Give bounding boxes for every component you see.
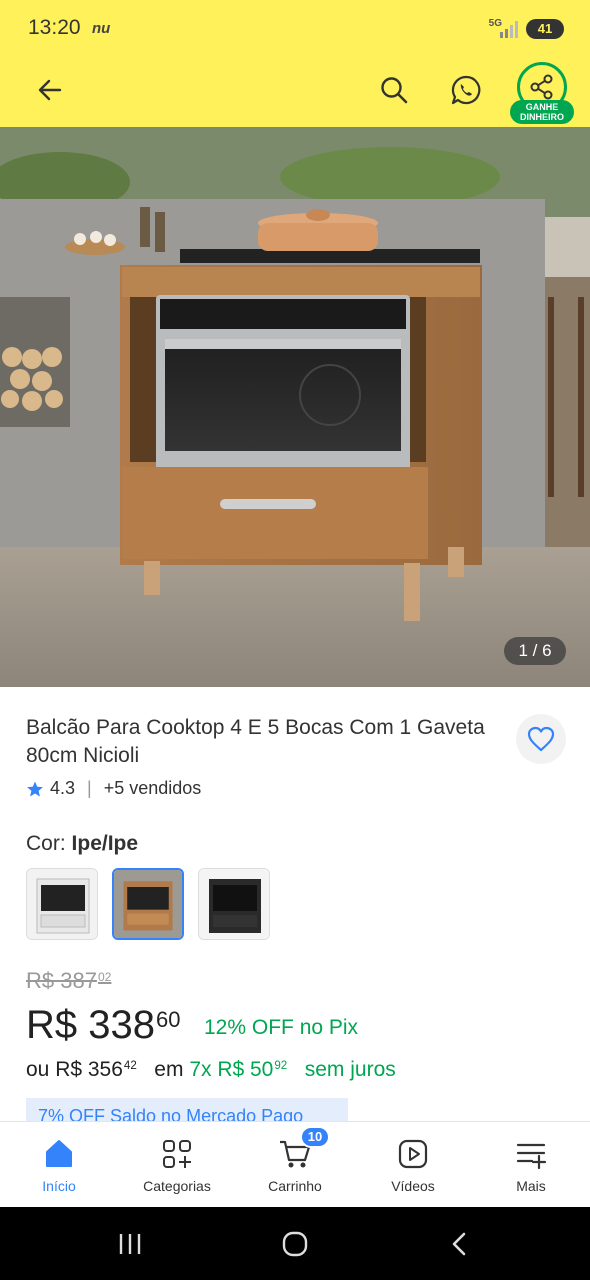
original-price-cents: 02 xyxy=(97,970,112,985)
earn-line-1: GANHE xyxy=(525,102,559,112)
rating-value: 4.3 xyxy=(50,778,76,798)
system-navigation-bar xyxy=(0,1207,590,1280)
original-price-main: R$ 387 xyxy=(26,968,97,993)
installment-total: ou R$ 356 xyxy=(26,1058,123,1081)
chevron-left-icon xyxy=(452,1232,466,1256)
home-circle-icon xyxy=(282,1231,308,1257)
search-icon xyxy=(381,77,408,104)
back-system-button[interactable] xyxy=(440,1227,480,1261)
home-system-button[interactable] xyxy=(275,1227,315,1261)
search-button[interactable] xyxy=(372,68,416,112)
installment-count: 7x R$ 50 xyxy=(189,1058,274,1081)
nav-item-mais[interactable]: Mais xyxy=(472,1122,590,1208)
installments[interactable]: ou R$ 35642 em 7x R$ 5092 sem juros xyxy=(26,1058,396,1082)
sold-count: +5 vendidos xyxy=(103,778,202,798)
earn-money-label: GANHE DINHEIRO xyxy=(510,100,574,124)
discount-label: 12% OFF no Pix xyxy=(204,1016,359,1039)
variant-image xyxy=(27,869,97,939)
color-label: Cor: Ipe/Ipe xyxy=(26,832,138,856)
image-pager: 1 / 6 xyxy=(504,637,566,665)
nav-label: Vídeos xyxy=(391,1178,435,1194)
variant-image xyxy=(114,870,182,938)
back-button[interactable] xyxy=(28,68,72,112)
variant-thumb-white[interactable] xyxy=(26,868,98,940)
app-header: 13:20 nu 5G 41 GANHE DINHEIRO xyxy=(0,0,590,127)
nav-label: Início xyxy=(42,1178,76,1194)
color-prefix: Cor: xyxy=(26,832,66,855)
rating-row[interactable]: 4.3 | +5 vendidos xyxy=(26,778,201,799)
battery-indicator: 41 xyxy=(526,19,564,39)
heart-icon xyxy=(527,726,555,752)
nav-label: Categorias xyxy=(143,1178,211,1194)
nav-label: Mais xyxy=(516,1178,546,1194)
nav-item-categorias[interactable]: Categorias xyxy=(118,1122,236,1208)
signal-icon xyxy=(500,21,518,38)
original-price: R$ 38702 xyxy=(26,968,111,994)
favorite-button[interactable] xyxy=(516,714,566,764)
menu-plus-icon xyxy=(516,1143,547,1170)
recent-apps-button[interactable] xyxy=(110,1227,150,1261)
nav-item-inicio[interactable]: Início xyxy=(0,1122,118,1208)
installment-em: em xyxy=(154,1058,184,1081)
variant-thumb-black[interactable] xyxy=(198,868,270,940)
bottom-navigation: Início Categorias 10 Carrinho Vídeos Mai… xyxy=(0,1121,590,1207)
interest-free: sem juros xyxy=(304,1058,396,1081)
share-earn-button[interactable]: GANHE DINHEIRO xyxy=(510,62,574,124)
installment-cents: 92 xyxy=(274,1060,288,1073)
home-icon xyxy=(46,1140,72,1167)
recents-icon xyxy=(119,1234,141,1254)
status-time: 13:20 xyxy=(28,16,81,39)
current-price-cents: 60 xyxy=(155,1007,181,1033)
status-bar: 13:20 nu 5G 41 xyxy=(0,0,590,58)
earn-line-2: DINHEIRO xyxy=(519,112,564,122)
product-image-gallery[interactable]: 1 / 6 xyxy=(0,127,590,687)
separator: | xyxy=(87,778,92,798)
color-variants xyxy=(26,868,270,940)
installment-total-cents: 42 xyxy=(123,1060,137,1073)
promo-badge: 7% OFF Saldo no Mercado Pago xyxy=(26,1098,348,1122)
nav-label: Carrinho xyxy=(268,1178,322,1194)
whatsapp-button[interactable] xyxy=(444,68,488,112)
whatsapp-icon xyxy=(451,75,481,105)
star-icon xyxy=(27,781,43,796)
color-value: Ipe/Ipe xyxy=(71,832,139,855)
share-icon xyxy=(530,74,553,100)
cart-count-badge: 10 xyxy=(300,1126,330,1148)
nav-item-videos[interactable]: Vídeos xyxy=(354,1122,472,1208)
play-icon xyxy=(398,1139,428,1169)
current-price: R$ 33860 xyxy=(26,1003,180,1048)
variant-thumb-ipe[interactable] xyxy=(112,868,184,940)
product-title: Balcão Para Cooktop 4 E 5 Bocas Com 1 Ga… xyxy=(26,716,485,767)
current-price-main: R$ 338 xyxy=(26,1003,155,1047)
nav-item-carrinho[interactable]: 10 Carrinho xyxy=(236,1122,354,1208)
grid-icon xyxy=(163,1140,191,1168)
variant-image xyxy=(199,869,269,939)
product-photo xyxy=(0,127,590,687)
arrow-left-icon xyxy=(38,79,62,101)
top-action-bar: GANHE DINHEIRO xyxy=(0,60,590,124)
carrier-label: nu xyxy=(92,20,111,37)
